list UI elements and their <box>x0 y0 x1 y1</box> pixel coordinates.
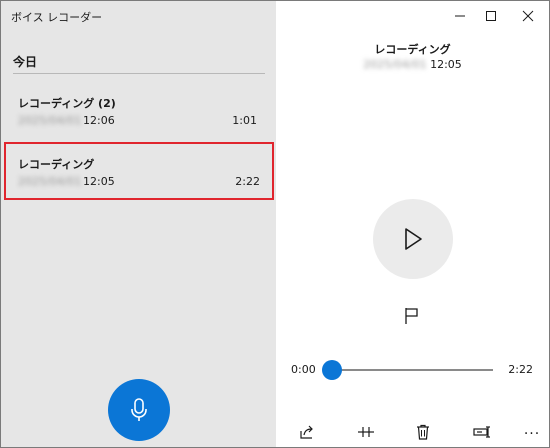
playback-slider-track[interactable] <box>330 369 493 371</box>
player-date: 2025/04/01 <box>363 58 427 71</box>
group-header-today: 今日 <box>13 55 38 69</box>
group-divider <box>13 73 265 74</box>
recording-list-item-selected[interactable]: レコーディング 2025/04/01 12:05 2:22 <box>4 142 274 200</box>
maximize-icon <box>486 11 496 21</box>
flag-icon <box>405 308 418 324</box>
close-button[interactable] <box>513 5 543 27</box>
recording-name: レコーディング (2) <box>18 97 116 110</box>
player-time: 12:05 <box>430 58 462 71</box>
more-icon: ... <box>523 422 541 438</box>
add-marker-button[interactable] <box>402 305 422 327</box>
voice-recorder-window: ボイス レコーダー 今日 レコーディング (2) 2025/04/01 12:0… <box>0 0 550 448</box>
recording-time: 12:06 <box>83 114 115 127</box>
app-title: ボイス レコーダー <box>11 11 103 24</box>
playback-slider-thumb[interactable] <box>322 360 342 380</box>
delete-button[interactable] <box>411 421 435 443</box>
recording-duration: 1:01 <box>232 114 257 127</box>
share-button[interactable] <box>295 421 319 443</box>
close-icon <box>522 10 534 22</box>
recordings-pane: ボイス レコーダー 今日 レコーディング (2) 2025/04/01 12:0… <box>1 1 276 447</box>
player-datetime: 2025/04/01 12:05 <box>276 58 549 71</box>
trim-button[interactable] <box>354 421 378 443</box>
player-title: レコーディング <box>374 43 451 56</box>
recording-date: 2025/04/01 <box>18 175 82 188</box>
rename-icon <box>473 426 490 438</box>
rename-button[interactable] <box>470 421 494 443</box>
recording-time: 12:05 <box>83 175 115 188</box>
recording-duration: 2:22 <box>235 175 260 188</box>
trim-icon <box>358 427 374 437</box>
play-icon <box>405 228 422 250</box>
more-options-button[interactable]: ... <box>520 419 544 441</box>
delete-icon <box>417 424 429 440</box>
record-button[interactable] <box>108 379 170 441</box>
minimize-button[interactable] <box>445 5 475 27</box>
minimize-icon <box>455 15 465 17</box>
play-button[interactable] <box>373 199 453 279</box>
player-pane: レコーディング 2025/04/01 12:05 0:00 2:22 ... <box>276 1 549 447</box>
microphone-icon <box>131 398 147 421</box>
recording-date: 2025/04/01 <box>18 114 82 127</box>
share-icon <box>300 425 313 439</box>
playback-length: 2:22 <box>508 363 533 376</box>
recording-list-item[interactable]: レコーディング (2) 2025/04/01 12:06 1:01 <box>5 87 271 145</box>
playback-position: 0:00 <box>291 363 316 376</box>
recording-name: レコーディング <box>18 158 95 171</box>
maximize-button[interactable] <box>476 5 506 27</box>
